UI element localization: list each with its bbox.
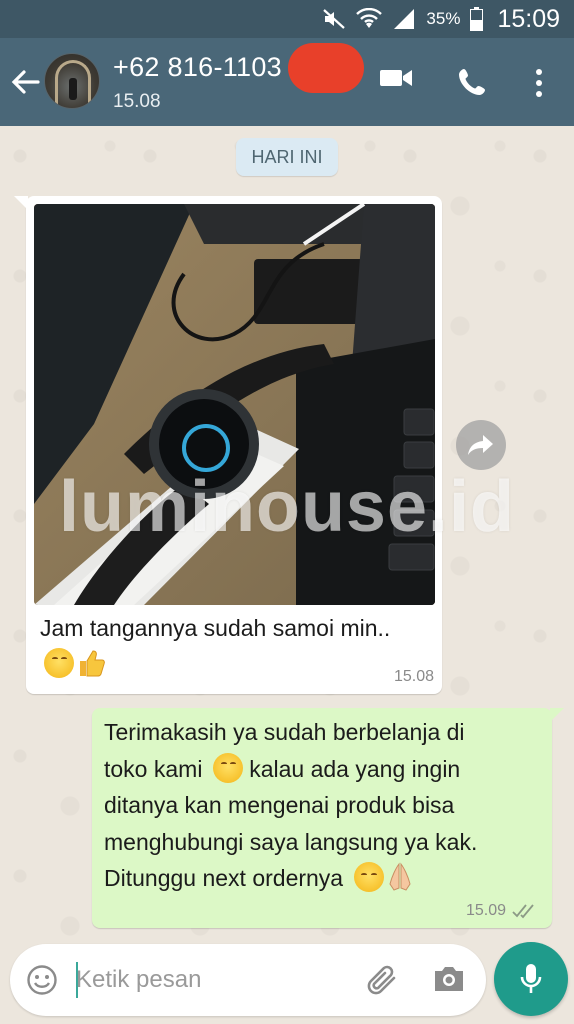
message-text-body: Jam tangannya sudah samoi min.. bbox=[40, 615, 391, 641]
smiling-face-emoji bbox=[212, 752, 243, 783]
video-call-icon[interactable] bbox=[378, 64, 414, 97]
message-line-2: toko kami kalau ada yang ingin bbox=[104, 751, 544, 788]
message-line-part: kalau ada yang ingin bbox=[249, 755, 461, 782]
message-meta: 15.09 bbox=[466, 902, 538, 920]
avatar[interactable] bbox=[44, 53, 100, 109]
status-bar: 35% 15:09 bbox=[0, 0, 574, 38]
phone-call-icon[interactable] bbox=[456, 66, 488, 103]
folded-hands-emoji bbox=[388, 862, 411, 891]
date-divider: HARI INI bbox=[236, 138, 338, 176]
message-time: 15.09 bbox=[465, 902, 506, 919]
message-line-part: toko kami bbox=[104, 755, 203, 782]
voice-record-button[interactable] bbox=[494, 942, 568, 1016]
mic-icon bbox=[520, 964, 542, 993]
battery-percent: 35% bbox=[426, 9, 461, 28]
back-arrow-icon[interactable] bbox=[10, 66, 40, 98]
message-text: Jam tangannya sudah samoi min.. bbox=[40, 610, 400, 682]
attach-icon[interactable] bbox=[364, 962, 400, 1003]
more-vert-icon[interactable] bbox=[534, 68, 544, 103]
chat-header: +62 816-1103 15.08 bbox=[0, 38, 574, 126]
contact-name[interactable]: +62 816-1103 bbox=[113, 52, 282, 83]
relieved-face-emoji bbox=[353, 862, 384, 892]
wifi-icon bbox=[356, 8, 383, 30]
message-composer bbox=[10, 944, 486, 1016]
double-check-icon bbox=[512, 904, 534, 919]
message-line: ditanya kan mengenai produk bisa bbox=[104, 792, 455, 818]
message-input[interactable] bbox=[76, 962, 346, 998]
message-line: menghubungi saya langsung ya kak. bbox=[104, 828, 478, 855]
last-seen: 15.08 bbox=[113, 91, 161, 112]
signal-icon bbox=[392, 8, 416, 30]
status-time: 15:09 bbox=[497, 4, 560, 33]
emoji-icon[interactable] bbox=[26, 964, 58, 1001]
camera-icon[interactable] bbox=[432, 964, 466, 999]
mute-icon bbox=[322, 8, 346, 30]
message-line: Terimakasih ya sudah berbelanja di bbox=[104, 719, 465, 745]
redaction-mark bbox=[288, 43, 364, 93]
smiling-face-emoji bbox=[44, 648, 74, 678]
message-line-6: Ditunggu next ordernya bbox=[104, 860, 544, 897]
message-text: Terimakasih ya sudah berbelanja di toko … bbox=[104, 714, 544, 897]
message-line-part: Ditunggu next ordernya bbox=[104, 865, 344, 891]
outgoing-message[interactable]: Terimakasih ya sudah berbelanja di toko … bbox=[92, 708, 564, 928]
message-photo[interactable] bbox=[34, 204, 435, 605]
message-time: 15.08 bbox=[393, 668, 434, 685]
forward-button[interactable] bbox=[456, 420, 506, 470]
thumbs-up-emoji bbox=[80, 650, 105, 677]
incoming-message[interactable]: Jam tangannya sudah samoi min.. 15.08 bbox=[14, 196, 442, 694]
forward-icon bbox=[468, 435, 493, 455]
battery-icon bbox=[470, 7, 484, 31]
